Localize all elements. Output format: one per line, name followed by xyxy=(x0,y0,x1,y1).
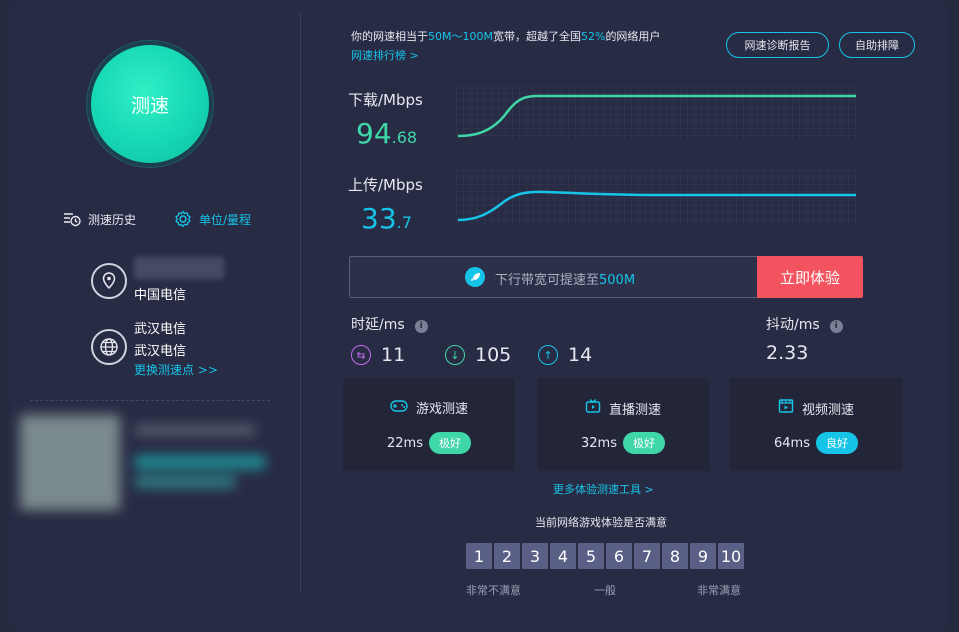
summary-mid: 宽带，超越了全国 xyxy=(492,30,581,43)
download-int: 94 xyxy=(356,117,392,150)
video-test-title: 视频测速 xyxy=(730,398,902,418)
history-label: 测速历史 xyxy=(88,212,137,227)
game-test-result: 22ms 极好 xyxy=(343,432,515,454)
rating-4[interactable]: 4 xyxy=(550,543,576,569)
change-server-link[interactable]: 更换测速点 >> xyxy=(134,361,218,378)
download-dec: .68 xyxy=(391,128,418,147)
rating-scale: 1 2 3 4 5 6 7 8 9 10 xyxy=(466,543,744,569)
speedtest-window: 测速 测速历史 单位/量程 中国电信 武汉电信 武汉电信 更换测速点 >> 你的… xyxy=(10,0,948,630)
latency-label-text: 时延/ms xyxy=(351,317,405,333)
latency-download: ↓ 105 xyxy=(445,344,511,366)
game-test-value: 22ms xyxy=(387,435,423,451)
location-icon xyxy=(91,263,127,299)
rating-2[interactable]: 2 xyxy=(494,543,520,569)
jitter-value-text: 2.33 xyxy=(766,342,809,364)
try-now-button[interactable]: 立即体验 xyxy=(757,256,863,298)
rating-5[interactable]: 5 xyxy=(578,543,604,569)
unit-label: 单位/量程 xyxy=(199,212,252,227)
video-icon xyxy=(778,398,794,418)
summary-prefix: 你的网速相当于 xyxy=(351,30,428,43)
history-icon xyxy=(62,209,82,229)
download-value: 94.68 xyxy=(356,117,417,150)
video-test-value: 64ms xyxy=(774,435,810,451)
summary-bandwidth: 50M～100M xyxy=(428,30,493,43)
latency-idle: ⇆ 11 xyxy=(351,344,405,366)
panel-divider xyxy=(300,12,301,592)
latency-info-icon[interactable]: i xyxy=(414,319,428,333)
latency-upload: ↑ 14 xyxy=(538,344,592,366)
jitter-value: 2.33 xyxy=(766,342,808,364)
video-test-card[interactable]: 视频测速 64ms 良好 xyxy=(730,378,902,471)
summary-percent: 52% xyxy=(580,30,606,43)
video-test-badge: 良好 xyxy=(815,432,858,454)
more-tools-link[interactable]: 更多体验测速工具 > xyxy=(553,481,654,497)
promo-text-value: 500M xyxy=(599,273,636,288)
diagnose-report-button[interactable]: 网速诊断报告 xyxy=(726,32,829,58)
rating-9[interactable]: 9 xyxy=(690,543,716,569)
arrow-up-icon: ↑ xyxy=(538,345,558,365)
speedtest-history-link[interactable]: 测速历史 xyxy=(62,209,136,229)
gamepad-icon xyxy=(390,399,408,417)
live-test-result: 32ms 极好 xyxy=(537,432,709,454)
video-test-result: 64ms 良好 xyxy=(730,432,902,454)
promo-text: 下行带宽可提速至500M xyxy=(495,269,635,288)
upload-value: 33.7 xyxy=(361,202,412,235)
speed-ranking-link[interactable]: 网速排行榜 > xyxy=(351,47,419,63)
swap-icon: ⇆ xyxy=(351,345,371,365)
tv-icon xyxy=(585,398,601,418)
scale-high-label: 非常满意 xyxy=(697,584,741,597)
advertisement-blurred[interactable] xyxy=(20,415,265,515)
gear-icon xyxy=(173,209,193,229)
arrow-down-icon: ↓ xyxy=(445,345,465,365)
rating-8[interactable]: 8 xyxy=(662,543,688,569)
rating-3[interactable]: 3 xyxy=(522,543,548,569)
speed-summary: 你的网速相当于50M～100M宽带，超越了全国52%的网络用户 xyxy=(351,28,660,45)
upload-int: 33 xyxy=(361,202,397,235)
start-speedtest-button[interactable]: 测速 xyxy=(91,45,209,163)
live-test-badge: 极好 xyxy=(622,432,665,454)
server-name-line2: 武汉电信 xyxy=(134,344,187,359)
isp-name: 中国电信 xyxy=(134,288,187,303)
upload-chart xyxy=(456,170,856,226)
game-test-badge: 极好 xyxy=(428,432,471,454)
live-test-value: 32ms xyxy=(581,435,617,451)
jitter-label: 抖动/ms i xyxy=(766,314,843,334)
download-label: 下载/Mbps xyxy=(348,91,423,109)
summary-suffix: 的网络用户 xyxy=(605,30,661,43)
globe-icon xyxy=(91,329,127,365)
video-test-label: 视频测速 xyxy=(801,402,854,418)
unit-range-link[interactable]: 单位/量程 xyxy=(173,209,251,229)
jitter-info-icon[interactable]: i xyxy=(829,319,843,333)
upload-label: 上传/Mbps xyxy=(348,176,423,194)
ip-address-redacted xyxy=(134,257,224,279)
live-test-card[interactable]: 直播测速 32ms 极好 xyxy=(537,378,709,471)
bandwidth-upgrade-banner: 下行带宽可提速至500M 立即体验 xyxy=(349,256,863,298)
rating-7[interactable]: 7 xyxy=(634,543,660,569)
latency-label: 时延/ms i xyxy=(351,314,428,334)
survey-title: 当前网络游戏体验是否满意 xyxy=(535,516,667,529)
game-test-label: 游戏测速 xyxy=(415,402,468,417)
scale-low-label: 非常不满意 xyxy=(466,584,521,597)
jitter-label-text: 抖动/ms xyxy=(766,317,820,333)
rating-1[interactable]: 1 xyxy=(466,543,492,569)
scale-mid-label: 一般 xyxy=(594,584,616,597)
latency-upload-value: 14 xyxy=(568,344,593,366)
latency-download-value: 105 xyxy=(475,344,512,366)
promo-text-prefix: 下行带宽可提速至 xyxy=(495,273,600,288)
rocket-icon xyxy=(465,267,485,287)
game-test-card[interactable]: 游戏测速 22ms 极好 xyxy=(343,378,515,471)
server-name-line1: 武汉电信 xyxy=(134,322,187,337)
self-troubleshoot-button[interactable]: 自助排障 xyxy=(839,32,915,58)
latency-idle-value: 11 xyxy=(381,344,406,366)
rating-10[interactable]: 10 xyxy=(718,543,744,569)
game-test-title: 游戏测速 xyxy=(343,398,515,417)
upload-dec: .7 xyxy=(396,213,412,232)
separator xyxy=(30,400,270,401)
download-chart xyxy=(456,86,856,140)
rating-6[interactable]: 6 xyxy=(606,543,632,569)
live-test-label: 直播测速 xyxy=(608,402,661,418)
live-test-title: 直播测速 xyxy=(537,398,709,418)
